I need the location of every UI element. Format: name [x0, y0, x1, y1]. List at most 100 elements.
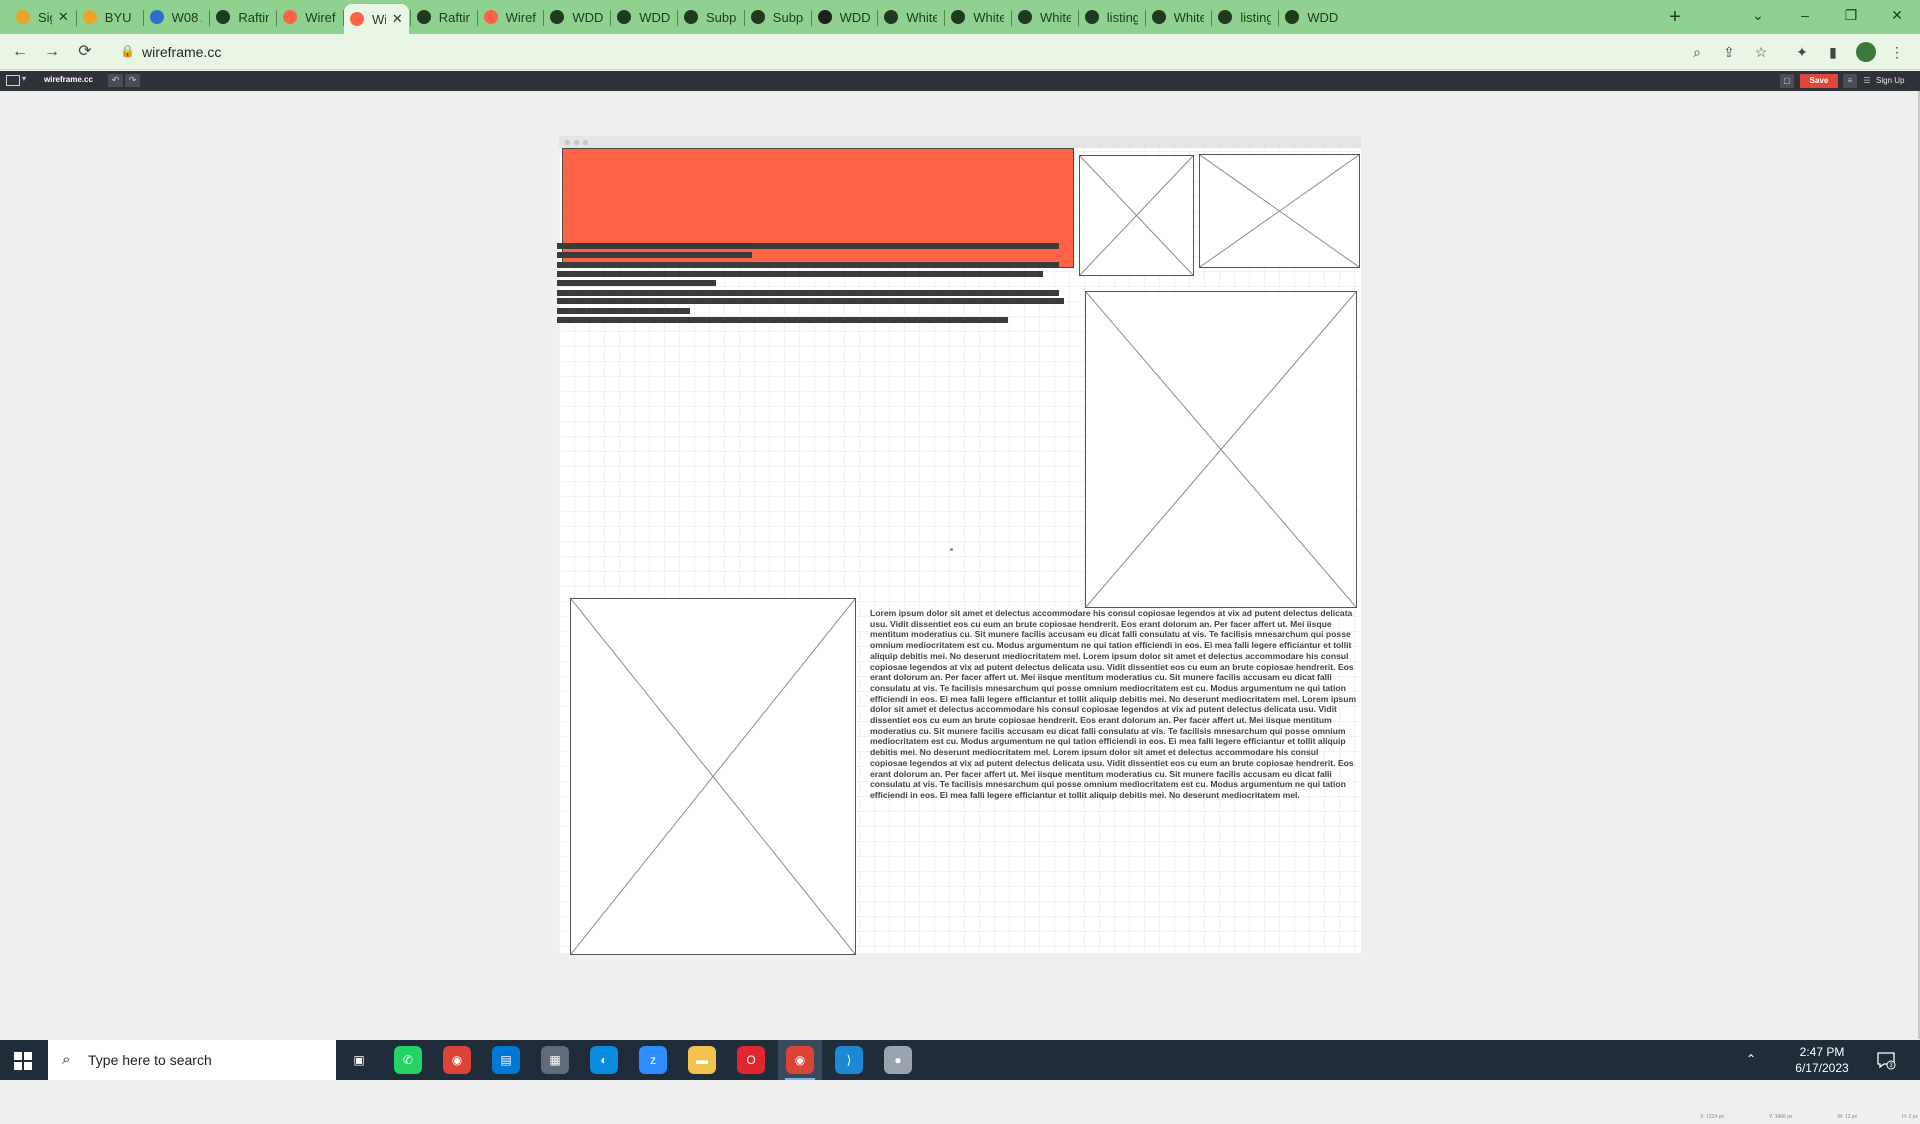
redo-button[interactable]: ↷: [125, 74, 140, 87]
tab-search-icon[interactable]: ⌄: [1735, 0, 1781, 30]
tab-separator: [1077, 10, 1079, 26]
browser-tab[interactable]: Rafting: [411, 4, 476, 30]
task-view-icon[interactable]: ▣: [345, 1046, 373, 1074]
date: 6/17/2023: [1795, 1061, 1849, 1075]
browser-tab[interactable]: Rafting: [210, 4, 275, 30]
tab-separator: [476, 10, 478, 26]
close-window-icon[interactable]: ✕: [1874, 0, 1920, 30]
chrome-menu-icon[interactable]: ⋮: [1888, 43, 1906, 61]
browser-tab[interactable]: BYU: [77, 4, 142, 30]
browser-tab[interactable]: listing c: [1212, 4, 1277, 30]
browser-tab[interactable]: Subpag: [678, 4, 743, 30]
image-placeholder[interactable]: [1079, 155, 1194, 276]
file-explorer-icon[interactable]: ▬: [688, 1046, 716, 1074]
window-dot: [574, 140, 579, 145]
browser-tab[interactable]: WDD 1:: [611, 4, 676, 30]
extensions-icon[interactable]: ✦: [1793, 43, 1811, 61]
lock-icon: 🔒: [120, 44, 135, 58]
new-tab-button[interactable]: +: [1662, 4, 1688, 30]
browser-tab[interactable]: Wirefra: [478, 4, 543, 30]
restore-icon[interactable]: ❐: [1828, 0, 1874, 30]
canvas-area[interactable]: Lorem ipsum dolor sit amet et delectus a…: [0, 91, 1918, 1120]
chrome-icon[interactable]: ◉: [443, 1046, 471, 1074]
browser-tab[interactable]: Wire✕: [344, 4, 409, 34]
browser-tab[interactable]: WDD13: [1279, 4, 1344, 30]
share-icon[interactable]: ⇪: [1720, 43, 1738, 61]
save-button[interactable]: Save: [1800, 74, 1838, 88]
zoom-icon[interactable]: z: [639, 1046, 667, 1074]
opera-icon[interactable]: O: [737, 1046, 765, 1074]
address-bar[interactable]: 🔒 wireframe.cc: [110, 39, 1710, 65]
clock[interactable]: 2:47 PM 6/17/2023: [1782, 1044, 1862, 1076]
wireframe-page[interactable]: Lorem ipsum dolor sit amet et delectus a…: [557, 136, 1361, 955]
browser-tab[interactable]: Subpag: [745, 4, 810, 30]
browser-tab[interactable]: listing c: [1079, 4, 1144, 30]
chevron-down-icon[interactable]: ▾: [22, 74, 26, 83]
image-placeholder[interactable]: [570, 598, 856, 955]
calculator-icon[interactable]: ▦: [541, 1046, 569, 1074]
tab-label: listing c: [1106, 9, 1138, 25]
vscode-icon[interactable]: ⟩: [835, 1046, 863, 1074]
close-icon[interactable]: ✕: [52, 9, 69, 25]
tab-separator: [1011, 10, 1012, 26]
start-button[interactable]: [0, 1040, 48, 1080]
browser-tab[interactable]: W08 As: [144, 4, 209, 30]
close-icon[interactable]: ✕: [386, 11, 403, 27]
browser-tab[interactable]: Whitew: [1146, 4, 1211, 30]
text-line-bar: [557, 243, 1059, 249]
browser-tab[interactable]: Whitew: [878, 4, 943, 30]
undo-button[interactable]: ↶: [108, 74, 123, 87]
notification-bubble: 3: [1877, 1052, 1896, 1070]
tab-separator: [877, 10, 879, 26]
microphone-icon[interactable]: ●: [884, 1046, 912, 1074]
browser-tab[interactable]: Whitew: [945, 4, 1010, 30]
hero-rectangle[interactable]: [562, 148, 1074, 268]
text-line-bar: [557, 262, 1059, 268]
minimize-icon[interactable]: –: [1782, 0, 1828, 30]
back-button[interactable]: ←: [8, 40, 32, 64]
settings-icon[interactable]: ≡: [1843, 74, 1857, 88]
comment-icon[interactable]: ▢: [1780, 74, 1794, 88]
taskbar-search[interactable]: ⌕ Type here to search: [48, 1040, 336, 1080]
image-placeholder[interactable]: [1085, 291, 1357, 608]
forward-button[interactable]: →: [40, 40, 64, 64]
whatsapp-icon[interactable]: ✆: [394, 1046, 422, 1074]
notification-icon[interactable]: 3: [1876, 1050, 1896, 1070]
windows-taskbar: ⌕ Type here to search ▣✆◉▤▦◐z▬O◉⟩● ⌃ ◠ 2…: [0, 1040, 1920, 1080]
globe-icon: [951, 10, 966, 24]
placeholder-cross: [1086, 292, 1356, 607]
wireframe-icon: [483, 10, 498, 24]
tab-separator: [1211, 10, 1213, 26]
edge-icon[interactable]: ◐: [590, 1046, 618, 1074]
chevron-up-icon[interactable]: ⌃: [1746, 1052, 1756, 1066]
tab-separator: [142, 10, 144, 26]
tab-separator: [343, 10, 344, 26]
hamburger-menu-icon[interactable]: ☰: [1860, 74, 1874, 88]
side-panel-icon[interactable]: ▮: [1824, 43, 1842, 61]
profile-avatar[interactable]: [1856, 42, 1876, 62]
sign-up-link[interactable]: Sign Up: [1876, 76, 1904, 85]
browser-tab[interactable]: Sign✕: [10, 4, 75, 30]
browser-tab[interactable]: Whitew: [1012, 4, 1077, 30]
text-line-bar: [557, 271, 1043, 277]
wireframe-icon: [283, 10, 298, 24]
chrome-icon[interactable]: ◉: [786, 1046, 814, 1074]
store-icon[interactable]: ▤: [492, 1046, 520, 1074]
page-window-bar: [559, 136, 1361, 148]
tab-separator: [944, 10, 946, 26]
paragraph-text[interactable]: Lorem ipsum dolor sit amet et delectus a…: [870, 608, 1357, 801]
app-brand: wireframe.cc: [44, 75, 93, 84]
windows-logo-icon: [24, 1062, 32, 1070]
zoom-icon[interactable]: ⌕: [1688, 43, 1706, 61]
bookmark-star-icon[interactable]: ☆: [1752, 43, 1770, 61]
reload-button[interactable]: ⟳: [73, 40, 97, 64]
image-placeholder[interactable]: [1199, 154, 1360, 268]
globe-icon: [1151, 10, 1166, 24]
tab-separator: [209, 10, 211, 26]
tab-separator: [75, 10, 77, 26]
tab-label: BYU: [104, 9, 132, 25]
browser-tab[interactable]: WDD 1:: [544, 4, 609, 30]
browser-tab[interactable]: Wirefra: [277, 4, 342, 30]
page-menu-icon[interactable]: [6, 75, 20, 86]
browser-tab[interactable]: WDD13: [812, 4, 877, 30]
